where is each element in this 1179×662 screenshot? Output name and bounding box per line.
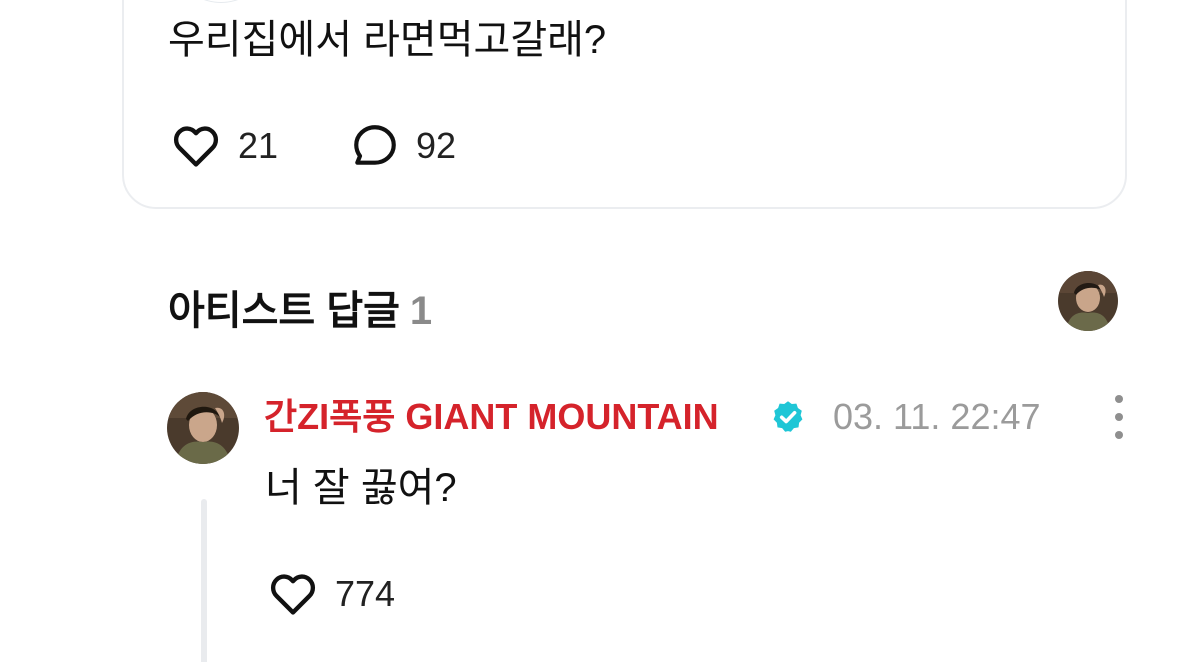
- thread-connector-line: [201, 499, 207, 662]
- reply-author-avatar[interactable]: [167, 392, 239, 464]
- reply-author-name[interactable]: 간ZI폭풍 GIANT MOUNTAIN: [264, 394, 719, 440]
- artist-replies-count: 1: [409, 289, 433, 333]
- more-options-button[interactable]: [1106, 395, 1132, 439]
- post-author-avatar[interactable]: [172, 0, 270, 2]
- artist-avatar-thumbnail[interactable]: [1058, 271, 1118, 331]
- heart-outline-icon: [173, 126, 219, 167]
- post-text: 우리집에서 라면먹고갈래?: [168, 18, 607, 62]
- reply-timestamp: 03. 11. 22:47: [833, 396, 1041, 437]
- reply-text: 너 잘 끓여?: [265, 466, 457, 510]
- verified-badge-icon: [773, 401, 803, 432]
- heart-outline-icon: [270, 574, 316, 615]
- artist-photo: [1058, 271, 1118, 331]
- post-comment-count: 92: [416, 125, 457, 166]
- more-vertical-icon: [1115, 395, 1123, 403]
- more-vertical-icon-dot: [1115, 413, 1123, 421]
- more-vertical-icon-dot: [1115, 431, 1123, 439]
- reply-like-button[interactable]: 774: [267, 566, 395, 622]
- post-like-count: 21: [238, 125, 279, 166]
- artist-replies-header: 아티스트 답글 1: [168, 278, 432, 336]
- reply-like-count: 774: [335, 573, 396, 614]
- artist-replies-title: 아티스트 답글: [168, 289, 400, 333]
- post-like-button[interactable]: 21: [170, 118, 278, 174]
- artist-photo: [167, 392, 239, 464]
- comment-thread-view: 우리집에서 라면먹고갈래? 21 92 아티스트 답글 1 간ZI폭풍 GIAN…: [0, 0, 1179, 662]
- post-comment-button[interactable]: 92: [350, 118, 456, 174]
- speech-bubble-icon: [354, 125, 396, 165]
